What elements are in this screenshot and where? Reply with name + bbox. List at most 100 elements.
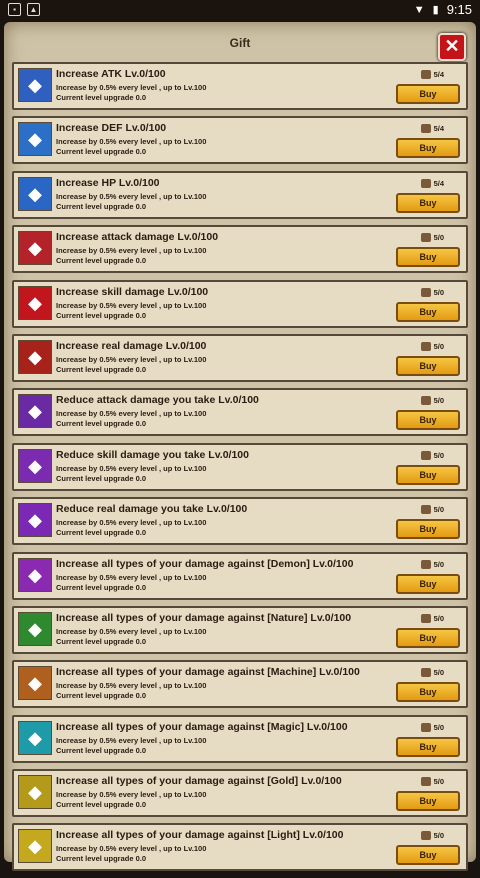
gift-description: Increase by 0.5% every level , up to Lv.…: [56, 137, 207, 147]
spellbook-icon: ◆: [18, 448, 52, 483]
gift-row: ◆ Increase attack damage Lv.0/100 Increa…: [12, 225, 468, 274]
buy-button[interactable]: Buy: [396, 192, 460, 213]
battery-icon: ▮: [432, 4, 439, 16]
cost-value: 5/0: [433, 450, 444, 460]
shield-figure-icon: ◆: [18, 122, 52, 157]
currency-icon: [420, 287, 431, 297]
gift-name: Reduce attack damage you take Lv.0/100: [56, 394, 259, 407]
gold-warrior-icon: ◆: [18, 775, 52, 810]
aura-icon: ◆: [18, 503, 52, 538]
gift-row: ◆ Increase HP Lv.0/100 Increase by 0.5% …: [12, 170, 468, 219]
gift-description: Increase by 0.5% every level , up to Lv.…: [56, 83, 207, 92]
currency-icon: [420, 396, 431, 406]
gift-name: Increase HP Lv.0/100: [56, 176, 160, 189]
cost-value: 5/0: [433, 722, 444, 732]
buy-button[interactable]: Buy: [396, 410, 460, 431]
gift-current-level: Current level upgrade 0.0: [56, 528, 147, 538]
buy-button[interactable]: Buy: [396, 573, 460, 594]
skill-slash-icon: ◆: [18, 285, 52, 320]
gift-name: Increase all types of your damage agains…: [56, 829, 344, 842]
blast-icon: ◆: [18, 339, 52, 374]
close-button[interactable]: ✕: [438, 33, 466, 61]
gift-description: Increase by 0.5% every level , up to Lv.…: [56, 790, 207, 800]
gift-cost: 5/4: [420, 178, 444, 188]
cost-value: 5/4: [433, 178, 444, 188]
buy-button[interactable]: Buy: [396, 682, 460, 703]
cost-value: 5/0: [433, 559, 444, 569]
gift-name: Increase all types of your damage agains…: [56, 666, 360, 679]
gift-cost: 5/0: [420, 559, 444, 569]
buy-button[interactable]: Buy: [396, 736, 460, 757]
gift-cost: 5/0: [420, 450, 444, 460]
buy-button[interactable]: Buy: [396, 791, 460, 812]
gift-description: Increase by 0.5% every level , up to Lv.…: [56, 246, 207, 256]
currency-icon: [420, 341, 431, 351]
gift-description: Increase by 0.5% every level , up to Lv.…: [56, 354, 207, 364]
buy-button[interactable]: Buy: [396, 627, 460, 648]
currency-icon: [420, 124, 431, 134]
currency-icon: [420, 831, 431, 841]
currency-icon: [420, 559, 431, 569]
gift-description: Increase by 0.5% every level , up to Lv.…: [56, 681, 207, 691]
gift-name: Increase all types of your damage agains…: [56, 557, 354, 570]
gift-current-level: Current level upgrade 0.0: [56, 745, 147, 755]
cost-value: 5/4: [433, 124, 444, 134]
gift-name: Increase DEF Lv.0/100: [56, 122, 167, 135]
cost-value: 5/0: [433, 233, 444, 243]
heal-cross-icon: ◆: [18, 176, 52, 211]
gift-description: Increase by 0.5% every level , up to Lv.…: [56, 626, 207, 636]
gift-description: Increase by 0.5% every level , up to Lv.…: [56, 463, 207, 473]
trident-icon: ◆: [18, 68, 52, 102]
nature-warrior-icon: ◆: [18, 611, 52, 646]
light-warrior-icon: ◆: [18, 829, 52, 864]
buy-button[interactable]: Buy: [396, 247, 460, 268]
gift-cost: 5/0: [420, 287, 444, 297]
currency-icon: [420, 777, 431, 787]
status-left: ▪ ▲: [8, 3, 40, 16]
gift-current-level: Current level upgrade 0.0: [56, 691, 147, 701]
currency-icon: [420, 722, 431, 732]
currency-icon: [420, 70, 431, 79]
gift-name: Increase all types of your damage agains…: [56, 720, 348, 733]
cost-value: 5/4: [433, 70, 444, 79]
dialog-title: Gift: [229, 36, 251, 50]
cost-value: 5/0: [433, 287, 444, 297]
gift-dialog: Gift ✕ ◆ Increase ATK Lv.0/100 Increase …: [4, 22, 476, 872]
gift-current-level: Current level upgrade 0.0: [56, 310, 147, 320]
buy-button[interactable]: Buy: [396, 519, 460, 540]
gift-row: ◆ Reduce real damage you take Lv.0/100 I…: [12, 497, 468, 546]
currency-icon: [420, 233, 431, 243]
gift-cost: 5/0: [420, 613, 444, 623]
gift-current-level: Current level upgrade 0.0: [56, 854, 147, 864]
gift-row: ◆ Increase all types of your damage agai…: [12, 823, 468, 872]
gift-name: Reduce skill damage you take Lv.0/100: [56, 448, 249, 461]
gift-list: ◆ Increase ATK Lv.0/100 Increase by 0.5%…: [12, 62, 468, 878]
guard-icon: ◆: [18, 394, 52, 429]
gift-row: ◆ Increase ATK Lv.0/100 Increase by 0.5%…: [12, 62, 468, 110]
gift-current-level: Current level upgrade 0.0: [56, 473, 147, 483]
gift-cost: 5/0: [420, 668, 444, 678]
currency-icon: [420, 178, 431, 188]
app-notification-icon: ▲: [27, 3, 40, 16]
machine-warrior-icon: ◆: [18, 666, 52, 701]
gift-current-level: Current level upgrade 0.0: [56, 582, 147, 592]
gift-name: Increase all types of your damage agains…: [56, 611, 352, 624]
gift-row: ◆ Increase skill damage Lv.0/100 Increas…: [12, 279, 468, 328]
gift-row: ◆ Reduce attack damage you take Lv.0/100…: [12, 388, 468, 437]
sword-icon: ◆: [18, 231, 52, 266]
buy-button[interactable]: Buy: [396, 464, 460, 485]
buy-button[interactable]: Buy: [396, 84, 460, 104]
clock: 9:15: [446, 2, 472, 17]
gift-cost: 5/0: [420, 777, 444, 787]
buy-button[interactable]: Buy: [396, 355, 460, 376]
cost-value: 5/0: [433, 341, 444, 351]
gift-row: ◆ Increase real damage Lv.0/100 Increase…: [12, 333, 468, 382]
status-bar: ▪ ▲ ▼ ▮ 9:15: [0, 0, 480, 20]
buy-button[interactable]: Buy: [396, 845, 460, 866]
cost-value: 5/0: [433, 396, 444, 406]
buy-button[interactable]: Buy: [396, 138, 460, 159]
gift-description: Increase by 0.5% every level , up to Lv.…: [56, 735, 207, 745]
gift-name: Increase skill damage Lv.0/100: [56, 285, 209, 298]
buy-button[interactable]: Buy: [396, 301, 460, 322]
gift-current-level: Current level upgrade 0.0: [56, 800, 147, 810]
